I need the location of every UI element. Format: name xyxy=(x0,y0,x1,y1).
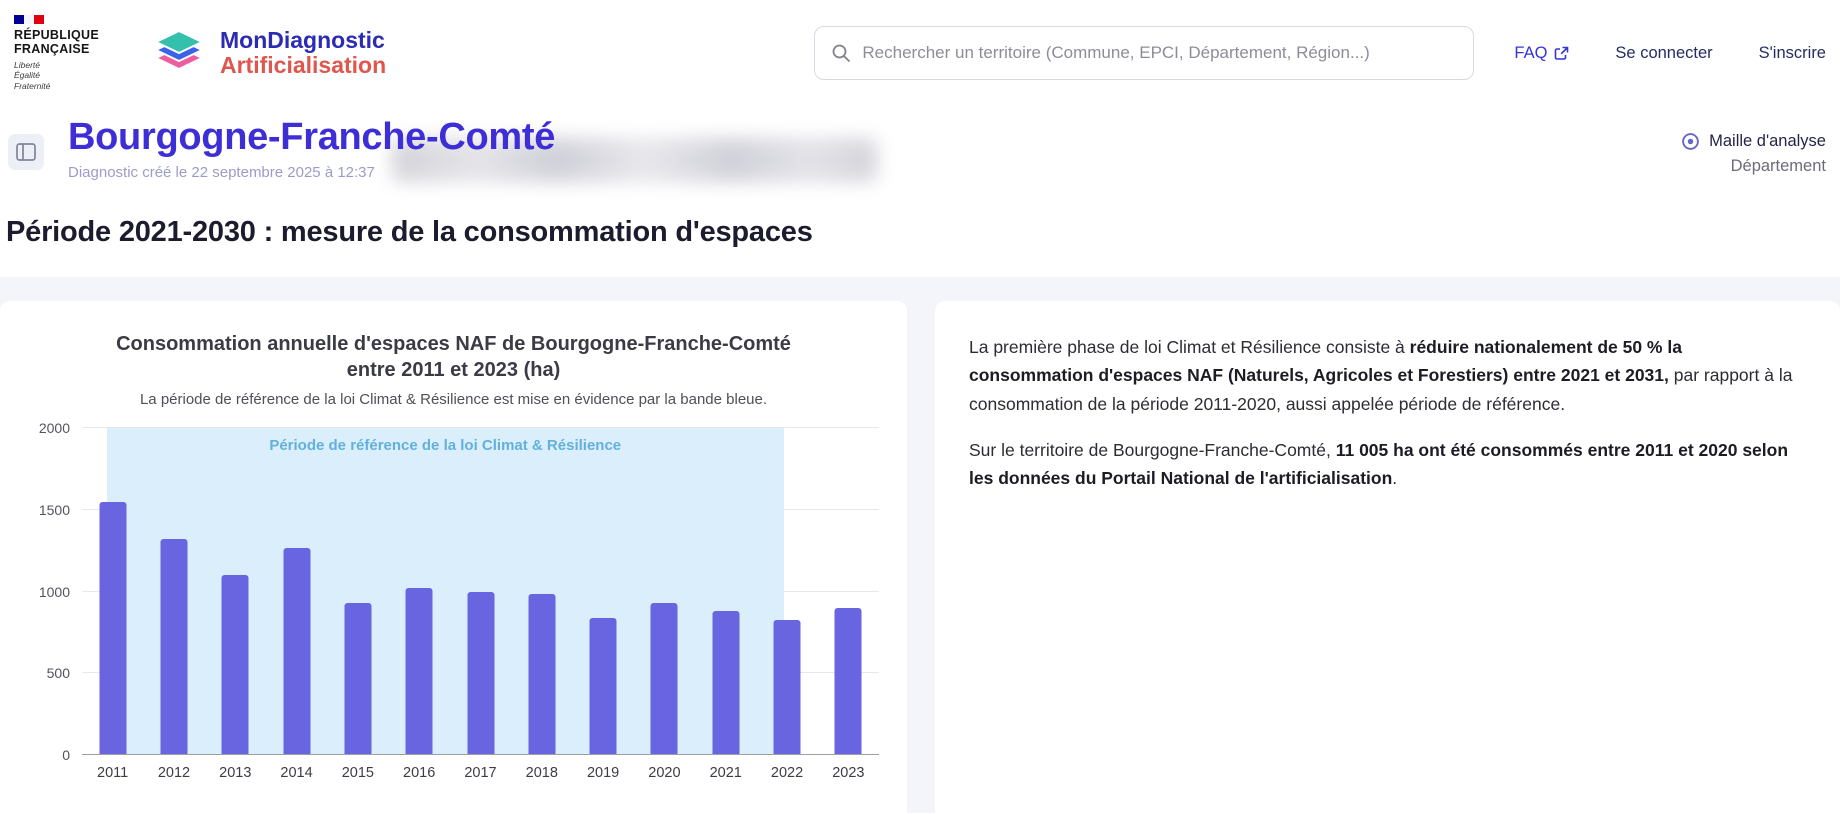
header-nav: FAQ Se connecter S'inscrire xyxy=(1514,44,1830,63)
bar-2021[interactable] xyxy=(712,611,739,755)
territory-heading: Bourgogne-Franche-Comté Diagnostic créé … xyxy=(68,116,555,181)
page: { "header": { "gov": { "republique": "RÉ… xyxy=(0,0,1840,814)
gov-motto: Liberté Égalité Fraternité xyxy=(14,60,110,92)
y-tick-label: 1500 xyxy=(39,502,70,518)
y-tick-label: 0 xyxy=(62,747,70,763)
x-tick-label: 2020 xyxy=(648,765,680,781)
bar-2017[interactable] xyxy=(467,592,494,756)
x-tick-label: 2015 xyxy=(342,765,374,781)
app-logo[interactable]: MonDiagnostic Artificialisation xyxy=(150,28,386,79)
app-name-line2: Artificialisation xyxy=(220,53,386,78)
x-tick-label: 2023 xyxy=(832,765,864,781)
chart-card: Consommation annuelle d'espaces NAF de B… xyxy=(0,301,907,813)
y-tick-label: 2000 xyxy=(39,420,70,436)
bar-2018[interactable] xyxy=(528,594,555,755)
info-paragraph-2: Sur le territoire de Bourgogne-Franche-C… xyxy=(969,436,1806,493)
analysis-scale-label: Maille d'analyse xyxy=(1709,132,1826,151)
gouv-logo: RÉPUBLIQUE FRANÇAISE Liberté Égalité Fra… xyxy=(14,15,110,92)
reference-period-label: Période de référence de la loi Climat & … xyxy=(107,437,784,454)
diagnostic-created-date: Diagnostic créé le 22 septembre 2025 à 1… xyxy=(68,164,555,181)
search-icon xyxy=(831,43,851,63)
info-card: La première phase de loi Climat et Résil… xyxy=(935,301,1840,813)
login-link[interactable]: Se connecter xyxy=(1615,44,1712,63)
section-title: Période 2021-2030 : mesure de la consomm… xyxy=(6,216,1840,249)
x-tick-label: 2021 xyxy=(710,765,742,781)
bar-2023[interactable] xyxy=(835,608,862,755)
x-tick-label: 2016 xyxy=(403,765,435,781)
reference-period-band: Période de référence de la loi Climat & … xyxy=(107,428,784,755)
x-tick-label: 2013 xyxy=(219,765,251,781)
bar-2019[interactable] xyxy=(590,618,617,755)
chart-title: Consommation annuelle d'espaces NAF de B… xyxy=(109,331,799,383)
chart-subtitle: La période de référence de la loi Climat… xyxy=(28,391,879,408)
bar-2020[interactable] xyxy=(651,603,678,755)
bar-2011[interactable] xyxy=(99,502,126,755)
faq-link[interactable]: FAQ xyxy=(1514,44,1569,63)
analysis-scale: Maille d'analyse Département xyxy=(1681,116,1826,176)
french-flag-icon xyxy=(14,15,44,24)
layers-logo-icon xyxy=(150,29,208,77)
naf-bar-chart: 0500100015002000 Période de référence de… xyxy=(28,428,879,785)
main-content: Consommation annuelle d'espaces NAF de B… xyxy=(0,277,1840,813)
x-axis: 2011 2012 2013 2014 2015 2016 2017 2018 2019 2020… xyxy=(82,755,879,785)
sidebar-toggle-button[interactable] xyxy=(8,134,44,170)
bar-2014[interactable] xyxy=(283,548,310,755)
territory-bar: Bourgogne-Franche-Comté Diagnostic créé … xyxy=(0,106,1840,200)
bar-2022[interactable] xyxy=(774,620,801,755)
external-link-icon xyxy=(1554,46,1569,61)
x-tick-label: 2011 xyxy=(97,765,128,781)
x-tick-label: 2017 xyxy=(464,765,496,781)
app-name: MonDiagnostic Artificialisation xyxy=(220,28,386,79)
x-tick-label: 2022 xyxy=(771,765,803,781)
x-axis-line xyxy=(82,754,879,755)
analysis-scale-value: Département xyxy=(1681,157,1826,176)
territory-title: Bourgogne-Franche-Comté xyxy=(68,116,555,159)
bar-2016[interactable] xyxy=(406,588,433,755)
territory-search[interactable] xyxy=(814,26,1474,80)
signup-link[interactable]: S'inscrire xyxy=(1759,44,1826,63)
x-tick-label: 2012 xyxy=(158,765,190,781)
bar-2015[interactable] xyxy=(344,603,371,755)
gov-name: RÉPUBLIQUE FRANÇAISE xyxy=(14,28,110,56)
info-paragraph-1: La première phase de loi Climat et Résil… xyxy=(969,333,1806,418)
target-icon xyxy=(1681,132,1700,151)
app-name-line1: MonDiagnostic xyxy=(220,28,386,53)
section-header: Période 2021-2030 : mesure de la consomm… xyxy=(0,200,1840,277)
y-tick-label: 500 xyxy=(47,665,70,681)
app-header: RÉPUBLIQUE FRANÇAISE Liberté Égalité Fra… xyxy=(0,0,1840,106)
gov-name-line2: FRANÇAISE xyxy=(14,42,110,56)
side-panel-icon xyxy=(16,143,36,161)
x-tick-label: 2014 xyxy=(280,765,312,781)
x-tick-label: 2018 xyxy=(526,765,558,781)
bar-2013[interactable] xyxy=(222,575,249,755)
search-input[interactable] xyxy=(862,43,1457,63)
bar-2012[interactable] xyxy=(160,539,187,755)
y-axis: 0500100015002000 xyxy=(28,428,82,755)
chart-plot: Période de référence de la loi Climat & … xyxy=(82,428,879,755)
y-tick-label: 1000 xyxy=(39,584,70,600)
x-tick-label: 2019 xyxy=(587,765,619,781)
gov-name-line1: RÉPUBLIQUE xyxy=(14,28,110,42)
